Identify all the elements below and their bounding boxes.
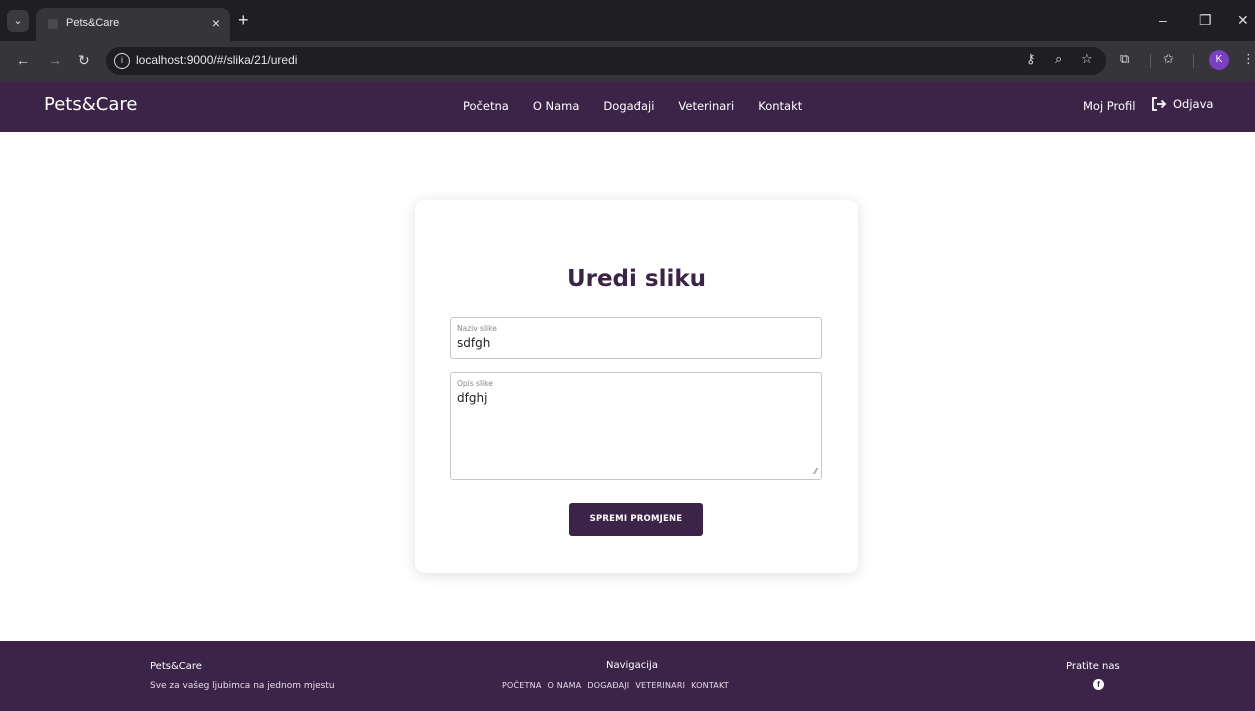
edit-image-card: Uredi sliku Naziv slike sdfgh Opis slike…	[415, 200, 858, 573]
footer-brand: Pets&Care	[150, 661, 202, 672]
main-nav: Početna O Nama Događaji Veterinari Konta…	[463, 99, 802, 113]
url-text[interactable]: localhost:9000/#/slika/21/uredi	[136, 53, 297, 67]
site-header: Pets&Care Početna O Nama Događaji Veteri…	[0, 81, 1255, 132]
site-footer: Pets&Care Sve za vašeg ljubimca na jedno…	[0, 641, 1255, 711]
tab-close-icon[interactable]: ×	[212, 15, 220, 31]
tab-title: Pets&Care	[66, 17, 120, 29]
nav-item-pocetna[interactable]: Početna	[463, 99, 509, 113]
brand-logo[interactable]: Pets&Care	[44, 94, 137, 115]
favicon-icon	[48, 19, 58, 29]
save-changes-button[interactable]: SPREMI PROMJENE	[569, 503, 703, 536]
footer-follow-title: Pratite nas	[1066, 661, 1120, 672]
address-bar[interactable]: i localhost:9000/#/slika/21/uredi	[106, 47, 1106, 75]
tab-search-button[interactable]: ⌄	[7, 10, 29, 32]
bookmarks-icon[interactable]: ✩	[1163, 52, 1174, 67]
kebab-menu-icon[interactable]: ⋮	[1242, 52, 1255, 67]
avatar[interactable]: K	[1209, 50, 1229, 70]
facebook-icon[interactable]: f	[1093, 679, 1104, 690]
forward-icon[interactable]: →	[48, 52, 62, 68]
image-description-field[interactable]: Opis slike dfghj ⁄⁄	[450, 372, 822, 480]
resize-handle-icon[interactable]: ⁄⁄	[814, 467, 817, 476]
reload-icon[interactable]: ↻	[78, 52, 90, 69]
logout-label: Odjava	[1173, 97, 1214, 111]
info-icon[interactable]: i	[114, 53, 130, 69]
image-description-label: Opis slike	[457, 379, 493, 388]
main-content: Uredi sliku Naziv slike sdfgh Opis slike…	[0, 132, 1255, 641]
logout-icon	[1152, 97, 1167, 111]
toolbar-divider	[1150, 54, 1151, 68]
new-tab-button[interactable]: +	[238, 10, 249, 30]
footer-link-dogadaji[interactable]: DOGAĐAJI	[587, 681, 629, 690]
browser-tab[interactable]: Pets&Care ×	[36, 8, 230, 41]
page-title: Uredi sliku	[566, 266, 707, 292]
star-icon[interactable]: ☆	[1081, 52, 1093, 67]
nav-item-dogadaji[interactable]: Događaji	[603, 99, 654, 113]
toolbar-divider	[1193, 54, 1194, 68]
browser-tab-bar: ⌄ Pets&Care × + – ❐ ✕	[0, 0, 1255, 41]
footer-link-veterinari[interactable]: VETERINARI	[635, 681, 685, 690]
footer-link-pocetna[interactable]: POČETNA	[502, 681, 542, 690]
footer-link-o-nama[interactable]: O NAMA	[548, 681, 582, 690]
footer-nav: POČETNA O NAMA DOGAĐAJI VETERINARI KONTA…	[502, 681, 729, 690]
zoom-icon[interactable]: ⌕	[1055, 52, 1062, 67]
puzzle-icon[interactable]: ⧉	[1120, 52, 1129, 67]
nav-item-veterinari[interactable]: Veterinari	[678, 99, 734, 113]
back-icon[interactable]: ←	[16, 52, 30, 68]
browser-toolbar: ← → ↻ i localhost:9000/#/slika/21/uredi …	[0, 41, 1255, 81]
footer-tagline: Sve za vašeg ljubimca na jednom mjestu	[150, 681, 335, 691]
minimize-icon[interactable]: –	[1159, 12, 1167, 28]
logout-button[interactable]: Odjava	[1151, 96, 1213, 112]
image-name-input[interactable]: sdfgh	[457, 336, 490, 350]
nav-item-o-nama[interactable]: O Nama	[533, 99, 580, 113]
footer-link-kontakt[interactable]: KONTAKT	[691, 681, 729, 690]
my-profile-link[interactable]: Moj Profil	[1083, 99, 1136, 113]
restore-icon[interactable]: ❐	[1199, 12, 1212, 29]
footer-nav-title: Navigacija	[606, 660, 658, 671]
image-description-textarea[interactable]: dfghj	[457, 391, 487, 405]
close-window-icon[interactable]: ✕	[1237, 12, 1249, 29]
chevron-down-icon: ⌄	[13, 14, 23, 27]
image-name-label: Naziv slike	[457, 324, 497, 333]
key-icon[interactable]: ⚷	[1026, 52, 1036, 67]
nav-item-kontakt[interactable]: Kontakt	[758, 99, 802, 113]
image-name-field[interactable]: Naziv slike sdfgh	[450, 317, 822, 359]
